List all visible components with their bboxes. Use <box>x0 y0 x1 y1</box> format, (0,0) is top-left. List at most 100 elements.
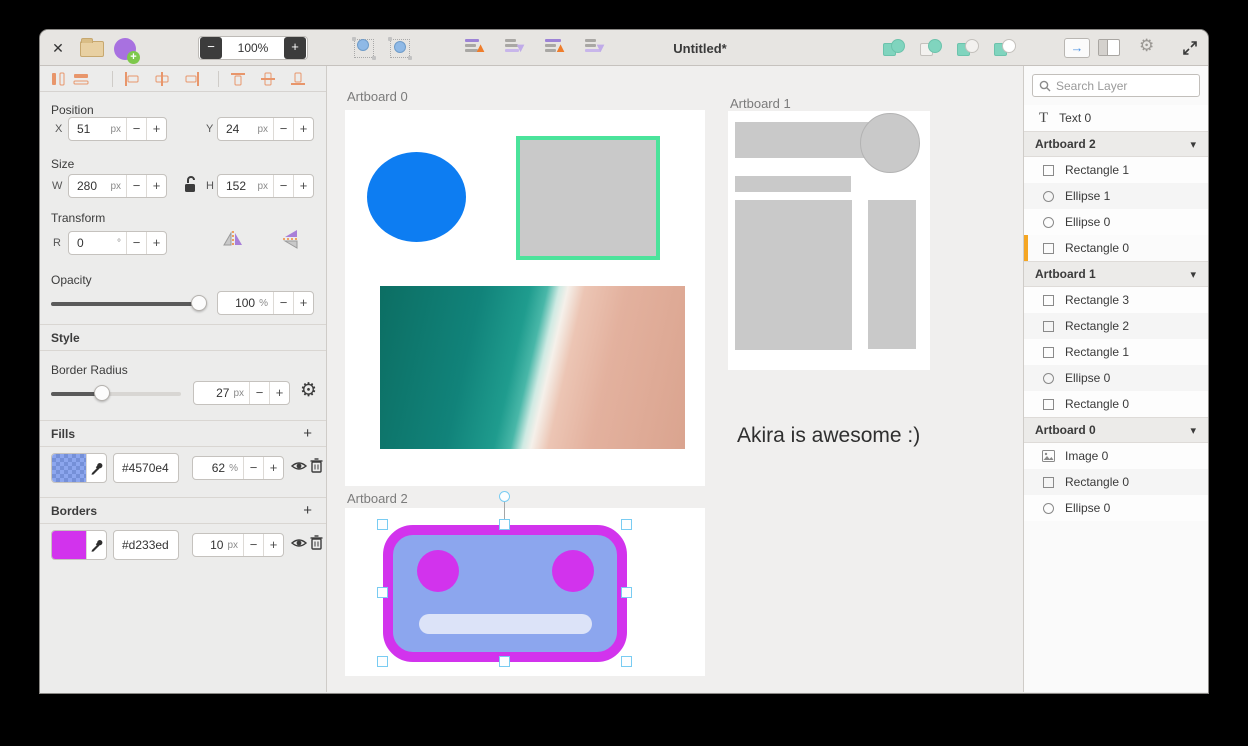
fill-opacity-plus[interactable]: + <box>263 457 283 479</box>
chevron-down-icon[interactable]: ▾ <box>1190 268 1196 281</box>
layer-group-artboard1[interactable]: Artboard 1▾ <box>1024 261 1208 287</box>
selection-handle-s[interactable] <box>499 656 510 667</box>
fill-visibility-icon[interactable] <box>291 460 307 472</box>
border-radius-plus[interactable]: + <box>269 382 289 404</box>
artboard-2-label[interactable]: Artboard 2 <box>347 491 408 506</box>
fill-opacity-input[interactable]: 62% −+ <box>192 456 284 480</box>
search-layer-box[interactable] <box>1032 74 1200 97</box>
artboard-0-label[interactable]: Artboard 0 <box>347 89 408 104</box>
fill-delete-icon[interactable] <box>310 458 323 473</box>
rectangle-0-green-border[interactable] <box>516 136 660 260</box>
selection-tool-icon[interactable] <box>354 39 374 58</box>
artboard-1-label[interactable]: Artboard 1 <box>730 96 791 111</box>
align-left-icon[interactable] <box>124 72 140 86</box>
to-front-icon[interactable]: ▲ <box>545 39 567 57</box>
align-top-icon[interactable] <box>230 72 246 86</box>
border-visibility-icon[interactable] <box>291 537 307 549</box>
flip-vertical-icon[interactable] <box>280 228 302 250</box>
layer-row[interactable]: Rectangle 0 <box>1024 469 1208 495</box>
robot-mouth-rectangle[interactable] <box>419 614 592 634</box>
zoom-in-button[interactable]: + <box>284 37 306 59</box>
union-icon[interactable] <box>883 39 905 58</box>
new-artboard-icon[interactable] <box>114 38 136 60</box>
width-input[interactable]: 280px −+ <box>68 174 167 198</box>
expand-icon[interactable] <box>1182 40 1198 56</box>
robot-left-eye-ellipse[interactable] <box>417 550 459 592</box>
w-minus[interactable]: − <box>126 175 146 197</box>
opacity-slider[interactable] <box>51 295 201 311</box>
h-plus[interactable]: + <box>293 175 313 197</box>
layer-row[interactable]: Rectangle 3 <box>1024 287 1208 313</box>
border-radius-input[interactable]: 27px −+ <box>193 381 290 405</box>
align-center-vertical-icon[interactable] <box>260 72 276 86</box>
y-minus[interactable]: − <box>273 118 293 140</box>
layer-row[interactable]: Image 0 <box>1024 443 1208 469</box>
text-0[interactable]: Akira is awesome :) <box>737 424 920 448</box>
eyedropper-icon[interactable] <box>86 531 106 559</box>
r-plus[interactable]: + <box>146 232 166 254</box>
distribute-vertical-icon[interactable] <box>73 72 89 86</box>
align-right-icon[interactable] <box>184 72 200 86</box>
layer-row[interactable]: Ellipse 1 <box>1024 183 1208 209</box>
add-border-button[interactable]: + <box>303 502 326 519</box>
layer-row[interactable]: Rectangle 1 <box>1024 157 1208 183</box>
chevron-down-icon[interactable]: ▾ <box>1190 424 1196 437</box>
ellipse-avatar[interactable] <box>860 113 920 173</box>
border-width-plus[interactable]: + <box>263 534 283 556</box>
fill-hex-input[interactable]: #4570e4 <box>113 453 179 483</box>
rectangle-content-block[interactable] <box>735 200 852 350</box>
height-input[interactable]: 152px −+ <box>217 174 314 198</box>
layer-group-artboard2[interactable]: Artboard 2▾ <box>1024 131 1208 157</box>
panel-toggle-icon[interactable] <box>1098 39 1120 56</box>
align-center-horizontal-icon[interactable] <box>154 72 170 86</box>
export-icon[interactable]: → <box>1064 38 1090 58</box>
lock-ratio-icon[interactable] <box>182 176 198 194</box>
opacity-plus[interactable]: + <box>293 292 313 314</box>
robot-body-rectangle[interactable] <box>383 525 627 662</box>
layer-row[interactable]: Ellipse 0 <box>1024 495 1208 521</box>
lower-layer-icon[interactable]: ▼ <box>505 39 527 57</box>
border-radius-slider[interactable] <box>51 385 181 401</box>
opacity-input[interactable]: 100% −+ <box>217 291 314 315</box>
intersect-icon[interactable] <box>957 39 979 58</box>
raise-layer-icon[interactable]: ▲ <box>465 39 487 57</box>
x-plus[interactable]: + <box>146 118 166 140</box>
y-input[interactable]: 24px −+ <box>217 117 314 141</box>
h-minus[interactable]: − <box>273 175 293 197</box>
layer-row[interactable]: Ellipse 0 <box>1024 365 1208 391</box>
distribute-horizontal-icon[interactable] <box>50 72 66 86</box>
difference-icon[interactable] <box>994 39 1016 58</box>
selection-handle-e[interactable] <box>621 587 632 598</box>
selection-handle-ne[interactable] <box>621 519 632 530</box>
border-delete-icon[interactable] <box>310 535 323 550</box>
fill-swatch-color[interactable] <box>52 454 86 482</box>
align-bottom-icon[interactable] <box>290 72 306 86</box>
selection-handle-w[interactable] <box>377 587 388 598</box>
rectangle-side-block[interactable] <box>868 200 916 349</box>
y-plus[interactable]: + <box>293 118 313 140</box>
border-hex-input[interactable]: #d233ed <box>113 530 179 560</box>
gear-icon[interactable]: ⚙ <box>1139 36 1154 56</box>
border-radius-options-icon[interactable]: ⚙ <box>300 379 317 402</box>
fill-opacity-minus[interactable]: − <box>243 457 263 479</box>
eyedropper-icon[interactable] <box>86 454 106 482</box>
rotation-input[interactable]: 0° −+ <box>68 231 167 255</box>
close-button[interactable]: ✕ <box>50 30 66 66</box>
open-file-icon[interactable] <box>80 41 104 57</box>
border-width-input[interactable]: 10px −+ <box>192 533 284 557</box>
selection-handle-se[interactable] <box>621 656 632 667</box>
layer-group-artboard0[interactable]: Artboard 0▾ <box>1024 417 1208 443</box>
image-0-beach[interactable] <box>380 286 685 449</box>
layer-row[interactable]: Rectangle 1 <box>1024 339 1208 365</box>
chevron-down-icon[interactable]: ▾ <box>1190 138 1196 151</box>
zoom-out-button[interactable]: − <box>200 37 222 59</box>
search-layer-input[interactable] <box>1056 79 1193 93</box>
layer-row[interactable]: Ellipse 0 <box>1024 209 1208 235</box>
border-radius-minus[interactable]: − <box>249 382 269 404</box>
rectangle-header-bar[interactable] <box>735 122 875 158</box>
selection-handle-nw[interactable] <box>377 519 388 530</box>
layer-row[interactable]: Rectangle 2 <box>1024 313 1208 339</box>
layer-row-selected[interactable]: Rectangle 0 <box>1024 235 1208 261</box>
canvas[interactable]: Artboard 0 Artboard 1 Akira is awesome :… <box>327 66 1023 692</box>
w-plus[interactable]: + <box>146 175 166 197</box>
